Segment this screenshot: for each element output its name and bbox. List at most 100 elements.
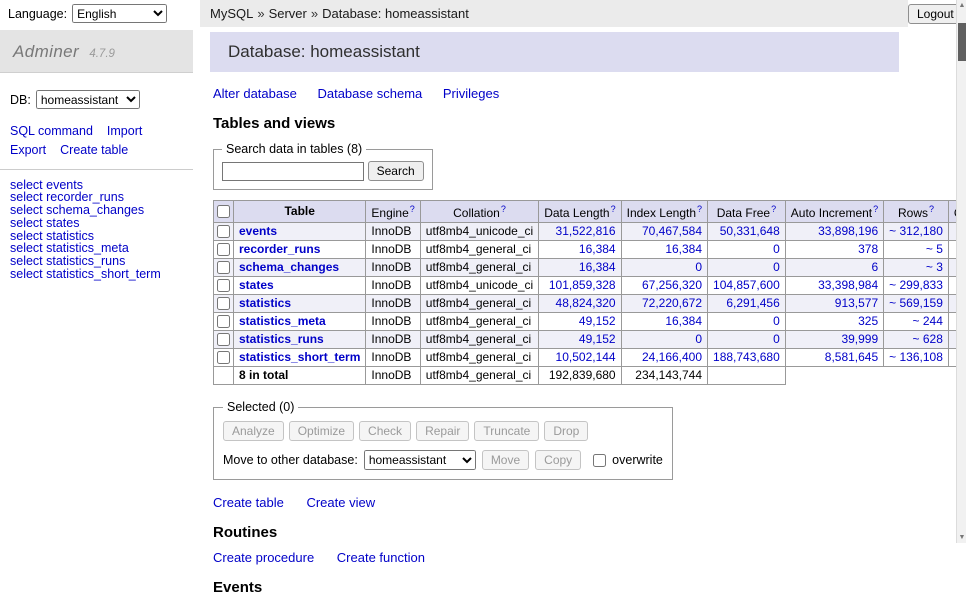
data-free-link[interactable]: 0 xyxy=(773,314,780,328)
index-length-link[interactable]: 72,220,672 xyxy=(642,296,702,310)
link-create-function[interactable]: Create function xyxy=(337,550,425,565)
move-db-select[interactable]: homeassistant xyxy=(364,450,476,470)
data-length-link[interactable]: 101,859,328 xyxy=(549,278,616,292)
row-checkbox-schema_changes[interactable] xyxy=(217,261,230,274)
data-free-cell: 6,291,456 xyxy=(708,295,786,313)
move-row: Move to other database: homeassistant Mo… xyxy=(223,450,663,470)
row-checkbox-statistics[interactable] xyxy=(217,297,230,310)
link-create-view[interactable]: Create view xyxy=(306,495,375,510)
index-length-link[interactable]: 16,384 xyxy=(665,314,702,328)
table-link-states[interactable]: states xyxy=(239,278,274,292)
index-length-link[interactable]: 16,384 xyxy=(665,242,702,256)
scrollbar-up-icon[interactable]: ▲ xyxy=(957,0,966,11)
check-button[interactable]: Check xyxy=(359,421,411,441)
help-icon[interactable]: ? xyxy=(501,204,506,214)
help-icon[interactable]: ? xyxy=(611,204,616,214)
rows-link[interactable]: ~ 136,108 xyxy=(889,350,943,364)
auto-increment-link[interactable]: 39,999 xyxy=(841,332,878,346)
optimize-button[interactable]: Optimize xyxy=(289,421,354,441)
index-length-link[interactable]: 67,256,320 xyxy=(642,278,702,292)
sidebar-link-import[interactable]: Import xyxy=(107,124,142,138)
table-link-statistics_meta[interactable]: statistics_meta xyxy=(239,314,326,328)
row-checkbox-recorder_runs[interactable] xyxy=(217,243,230,256)
breadcrumb-link-server[interactable]: Server xyxy=(269,6,307,21)
select-all-checkbox[interactable] xyxy=(217,205,230,218)
help-icon[interactable]: ? xyxy=(929,204,934,214)
index-length-link[interactable]: 0 xyxy=(695,260,702,274)
data-free-link[interactable]: 0 xyxy=(773,332,780,346)
table-link-recorder_runs[interactable]: recorder_runs xyxy=(239,242,320,256)
overwrite-checkbox[interactable] xyxy=(593,454,606,467)
app-version[interactable]: 4.7.9 xyxy=(89,48,115,60)
index-length-link[interactable]: 70,467,584 xyxy=(642,224,702,238)
table-link-schema_changes[interactable]: schema_changes xyxy=(239,260,339,274)
help-icon[interactable]: ? xyxy=(697,204,702,214)
row-checkbox-statistics_meta[interactable] xyxy=(217,315,230,328)
data-free-link[interactable]: 0 xyxy=(773,242,780,256)
vertical-scrollbar[interactable]: ▲ ▼ xyxy=(956,0,966,543)
auto-increment-link[interactable]: 325 xyxy=(858,314,878,328)
data-length-link[interactable]: 31,522,816 xyxy=(556,224,616,238)
sidebar-link-sql-command[interactable]: SQL command xyxy=(10,124,93,138)
data-length-link[interactable]: 10,502,144 xyxy=(556,350,616,364)
scrollbar-down-icon[interactable]: ▼ xyxy=(957,532,966,543)
rows-link[interactable]: ~ 5 xyxy=(926,242,943,256)
rows-link[interactable]: ~ 244 xyxy=(913,314,943,328)
sidebar-link-export[interactable]: Export xyxy=(10,143,46,157)
rows-link[interactable]: ~ 299,833 xyxy=(889,278,943,292)
link-alter-database[interactable]: Alter database xyxy=(213,86,297,101)
drop-button[interactable]: Drop xyxy=(544,421,588,441)
auto-increment-link[interactable]: 378 xyxy=(858,242,878,256)
data-free-link[interactable]: 50,331,648 xyxy=(720,224,780,238)
data-length-link[interactable]: 16,384 xyxy=(579,260,616,274)
data-length-link[interactable]: 49,152 xyxy=(579,314,616,328)
link-create-table[interactable]: Create table xyxy=(213,495,284,510)
row-checkbox-states[interactable] xyxy=(217,279,230,292)
rows-link[interactable]: ~ 3 xyxy=(926,260,943,274)
data-free-link[interactable]: 188,743,680 xyxy=(713,350,780,364)
auto-increment-link[interactable]: 8,581,645 xyxy=(825,350,878,364)
sidebar-link-create-table[interactable]: Create table xyxy=(60,143,128,157)
table-link-statistics[interactable]: statistics xyxy=(239,296,291,310)
row-checkbox-statistics_short_term[interactable] xyxy=(217,351,230,364)
data-length-link[interactable]: 49,152 xyxy=(579,332,616,346)
data-free-link[interactable]: 104,857,600 xyxy=(713,278,780,292)
copy-button[interactable]: Copy xyxy=(535,450,581,470)
help-icon[interactable]: ? xyxy=(873,204,878,214)
search-input[interactable] xyxy=(222,162,364,181)
row-checkbox-statistics_runs[interactable] xyxy=(217,333,230,346)
analyze-button[interactable]: Analyze xyxy=(223,421,284,441)
scrollbar-thumb[interactable] xyxy=(958,23,966,61)
breadcrumb-link-mysql[interactable]: MySQL xyxy=(210,6,253,21)
auto-increment-link[interactable]: 6 xyxy=(871,260,878,274)
table-link-statistics_short_term[interactable]: statistics_short_term xyxy=(239,350,360,364)
link-privileges[interactable]: Privileges xyxy=(443,86,499,101)
data-length-link[interactable]: 16,384 xyxy=(579,242,616,256)
db-select[interactable]: homeassistant xyxy=(36,90,140,109)
table-link-events[interactable]: events xyxy=(239,224,277,238)
repair-button[interactable]: Repair xyxy=(416,421,469,441)
rows-link[interactable]: ~ 628 xyxy=(913,332,943,346)
rows-link[interactable]: ~ 569,159 xyxy=(889,296,943,310)
data-free-link[interactable]: 6,291,456 xyxy=(726,296,779,310)
sidebar-link-select-statistics_short_term[interactable]: select statistics_short_term xyxy=(10,267,161,281)
table-link-statistics_runs[interactable]: statistics_runs xyxy=(239,332,324,346)
auto-increment-link[interactable]: 33,398,984 xyxy=(818,278,878,292)
auto-increment-link[interactable]: 913,577 xyxy=(835,296,878,310)
help-icon[interactable]: ? xyxy=(771,204,776,214)
link-database-schema[interactable]: Database schema xyxy=(317,86,422,101)
row-checkbox-events[interactable] xyxy=(217,225,230,238)
index-length-link[interactable]: 24,166,400 xyxy=(642,350,702,364)
search-button[interactable]: Search xyxy=(368,161,424,181)
truncate-button[interactable]: Truncate xyxy=(474,421,539,441)
auto-increment-link[interactable]: 33,898,196 xyxy=(818,224,878,238)
data-free-link[interactable]: 0 xyxy=(773,260,780,274)
rows-link[interactable]: ~ 312,180 xyxy=(889,224,943,238)
move-button[interactable]: Move xyxy=(482,450,529,470)
logout-button[interactable]: Logout xyxy=(908,4,963,24)
help-icon[interactable]: ? xyxy=(410,204,415,214)
index-length-link[interactable]: 0 xyxy=(695,332,702,346)
link-create-procedure[interactable]: Create procedure xyxy=(213,550,314,565)
data-length-link[interactable]: 48,824,320 xyxy=(556,296,616,310)
language-select[interactable]: English xyxy=(72,4,167,23)
